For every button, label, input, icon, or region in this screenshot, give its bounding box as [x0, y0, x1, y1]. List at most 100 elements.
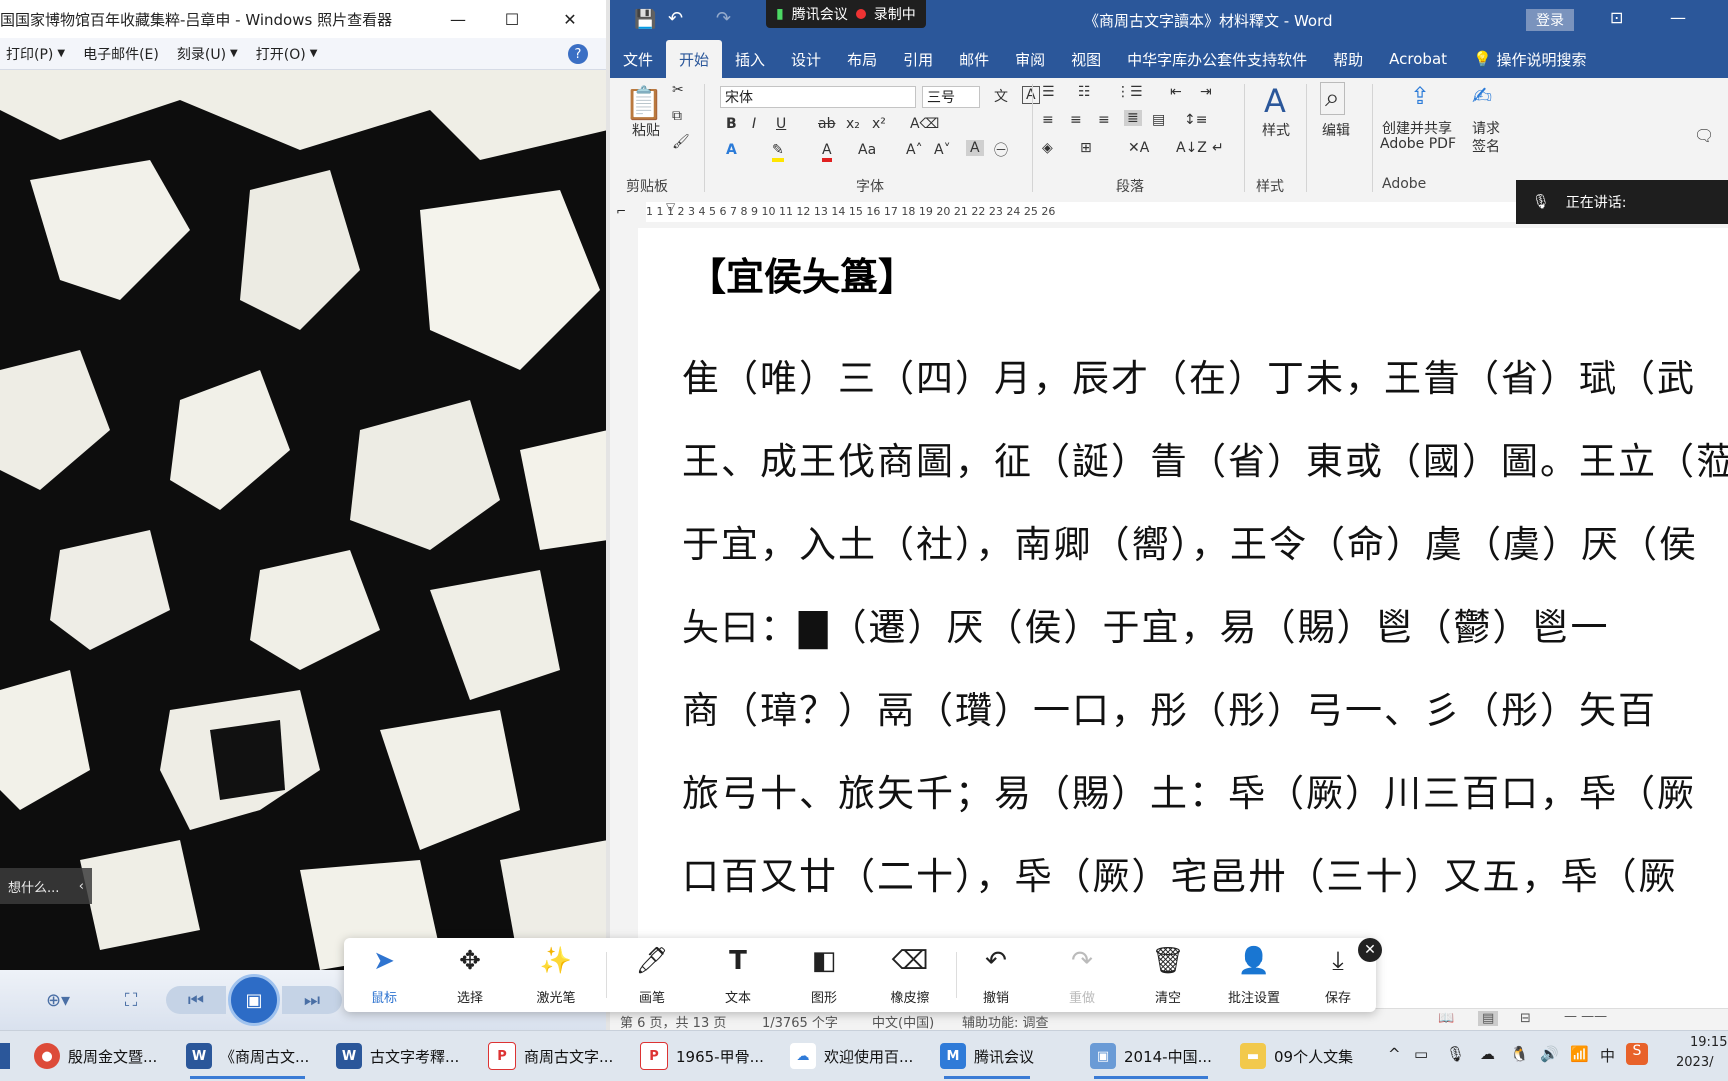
- align-left-icon[interactable]: ≡: [1042, 112, 1054, 128]
- taskbar-item-word-1[interactable]: W 《商周古文...: [186, 1037, 309, 1079]
- tab-insert[interactable]: 插入: [722, 40, 778, 78]
- show-marks-icon[interactable]: ↵: [1212, 140, 1224, 156]
- login-button[interactable]: 登录: [1526, 9, 1574, 31]
- multilevel-list-icon[interactable]: ⋮☰: [1116, 84, 1143, 100]
- document-page[interactable]: 【宜侯夨簋】 隹（唯）三（四）月，辰才（在）丁未，王眚（省）珷（武 王、成王伐商…: [638, 228, 1728, 1008]
- tool-text[interactable]: T 文本: [698, 946, 778, 1006]
- increase-indent-icon[interactable]: ⇥: [1200, 84, 1212, 100]
- zoom-slider[interactable]: — ——: [1564, 1009, 1607, 1024]
- tool-mouse[interactable]: ➤ 鼠标: [344, 946, 424, 1006]
- clear-format-icon[interactable]: A⌫: [910, 116, 939, 132]
- borders-icon[interactable]: ⊞: [1080, 140, 1092, 156]
- tray-expand-icon[interactable]: ^: [1388, 1045, 1401, 1063]
- tool-undo[interactable]: ↶ 撤销: [956, 946, 1036, 1006]
- enclose-char-icon[interactable]: ㊀: [994, 140, 1008, 160]
- paste-label[interactable]: 粘贴: [632, 120, 660, 140]
- ime-indicator[interactable]: 中: [1600, 1045, 1615, 1066]
- page-count[interactable]: 第 6 页，共 13 页: [620, 1012, 726, 1031]
- menu-burn[interactable]: 刻录(U): [177, 44, 226, 64]
- menu-email[interactable]: 电子邮件(E): [83, 44, 159, 64]
- accessibility[interactable]: 辅助功能: 调查: [962, 1012, 1049, 1031]
- tab-view[interactable]: 视图: [1058, 40, 1114, 78]
- menu-print[interactable]: 打印(P): [6, 44, 53, 64]
- cut-icon[interactable]: ✂: [672, 82, 684, 98]
- maximize-button[interactable]: ☐: [492, 6, 532, 32]
- strikethrough-icon[interactable]: ab: [818, 116, 835, 132]
- volume-icon[interactable]: 🔊: [1540, 1045, 1559, 1063]
- save-icon[interactable]: 💾: [634, 9, 656, 30]
- tool-annotation-settings[interactable]: 👤 批注设置: [1214, 946, 1294, 1006]
- tab-review[interactable]: 审阅: [1002, 40, 1058, 78]
- fit-window-icon[interactable]: ⛶: [116, 986, 146, 1014]
- tab-file[interactable]: 文件: [610, 40, 666, 78]
- grow-font-icon[interactable]: A˄: [906, 142, 923, 158]
- bold-icon[interactable]: B: [726, 116, 737, 132]
- search-icon[interactable]: ⌕: [1320, 82, 1345, 115]
- read-mode-icon[interactable]: 📖: [1438, 1011, 1454, 1026]
- styles-icon[interactable]: A: [1264, 82, 1286, 120]
- meeting-indicator[interactable]: ▮ 腾讯会议 录制中: [766, 0, 926, 28]
- tell-me-search[interactable]: 💡 操作说明搜索: [1460, 40, 1599, 78]
- tool-pen[interactable]: 🖊 画笔: [612, 946, 692, 1006]
- clock-time[interactable]: 19:15: [1690, 1035, 1727, 1050]
- numbering-icon[interactable]: ☷: [1078, 84, 1091, 100]
- align-right-icon[interactable]: ≡: [1098, 112, 1110, 128]
- tab-help[interactable]: 帮助: [1320, 40, 1376, 78]
- tool-laser[interactable]: ✨ 激光笔: [516, 946, 596, 1006]
- tool-select[interactable]: ✥ 选择: [430, 946, 510, 1006]
- tab-design[interactable]: 设计: [778, 40, 834, 78]
- minimize-button[interactable]: —: [438, 6, 478, 32]
- shrink-font-icon[interactable]: A˅: [934, 142, 951, 158]
- redo-icon[interactable]: ↷: [716, 8, 731, 29]
- taskbar-item-tencent-meeting[interactable]: M 腾讯会议: [940, 1037, 1034, 1079]
- ribbon-display-icon[interactable]: ⊡: [1610, 8, 1623, 27]
- help-icon[interactable]: ?: [568, 44, 588, 64]
- font-color-icon[interactable]: A: [822, 142, 832, 162]
- tab-acrobat[interactable]: Acrobat: [1376, 40, 1460, 78]
- tool-shape[interactable]: ◧ 图形: [784, 946, 864, 1006]
- phonetic-guide-icon[interactable]: 文: [994, 86, 1008, 106]
- sogou-icon[interactable]: S: [1626, 1043, 1648, 1065]
- previous-icon[interactable]: ⏮: [166, 986, 226, 1014]
- tool-redo[interactable]: ↷ 重做: [1042, 946, 1122, 1006]
- font-size-select[interactable]: 三号: [922, 86, 980, 108]
- clock-date[interactable]: 2023/: [1676, 1055, 1713, 1070]
- chevron-left-icon[interactable]: ‹: [79, 879, 84, 894]
- zoom-icon[interactable]: ⊕▾: [40, 986, 76, 1014]
- highlight-icon[interactable]: ✎: [772, 142, 784, 162]
- taskbar-item-word-2[interactable]: W 古文字考釋...: [336, 1037, 459, 1075]
- paste-icon[interactable]: 📋: [624, 84, 664, 122]
- language[interactable]: 中文(中国): [872, 1012, 934, 1031]
- side-tooltip[interactable]: 想什么... ‹: [0, 868, 92, 904]
- word-count[interactable]: 1/3765 个字: [762, 1012, 838, 1031]
- chevron-down-icon[interactable]: ▼: [230, 48, 238, 59]
- request-sign-icon[interactable]: ✍: [1472, 82, 1492, 110]
- edit-label[interactable]: 编辑: [1322, 120, 1350, 140]
- bullets-icon[interactable]: ☰: [1042, 84, 1055, 100]
- create-pdf-icon[interactable]: ⇪: [1410, 82, 1430, 110]
- format-painter-icon[interactable]: 🖌: [672, 134, 690, 150]
- tab-references[interactable]: 引用: [890, 40, 946, 78]
- italic-icon[interactable]: I: [752, 116, 756, 132]
- taskbar-item-pdf-1[interactable]: P 商周古文字...: [488, 1037, 613, 1075]
- wifi-icon[interactable]: 📶: [1570, 1045, 1589, 1063]
- start-icon[interactable]: [0, 1043, 10, 1069]
- adobe-pdf-label[interactable]: Adobe PDF: [1380, 136, 1456, 152]
- superscript-icon[interactable]: x²: [872, 116, 886, 132]
- tab-layout[interactable]: 布局: [834, 40, 890, 78]
- next-icon[interactable]: ⏭: [282, 986, 342, 1014]
- network-icon[interactable]: ☁: [1480, 1045, 1495, 1063]
- minimize-button[interactable]: —: [1670, 8, 1686, 27]
- char-shading-icon[interactable]: A: [966, 140, 984, 156]
- chevron-down-icon[interactable]: ▼: [310, 48, 318, 59]
- tab-selector-icon[interactable]: ⌐: [616, 204, 626, 218]
- indent-marker-icon[interactable]: ▽: [666, 200, 675, 214]
- battery-icon[interactable]: ▭: [1414, 1045, 1428, 1063]
- web-layout-icon[interactable]: ⊟: [1520, 1011, 1531, 1026]
- slideshow-icon[interactable]: ▣: [228, 974, 280, 1026]
- shading-icon[interactable]: ◈: [1042, 140, 1053, 156]
- decrease-indent-icon[interactable]: ⇤: [1170, 84, 1182, 100]
- tool-eraser[interactable]: ⌫ 橡皮擦: [870, 946, 950, 1006]
- char-border-icon[interactable]: A: [1022, 86, 1040, 104]
- distributed-icon[interactable]: ▤: [1152, 112, 1165, 128]
